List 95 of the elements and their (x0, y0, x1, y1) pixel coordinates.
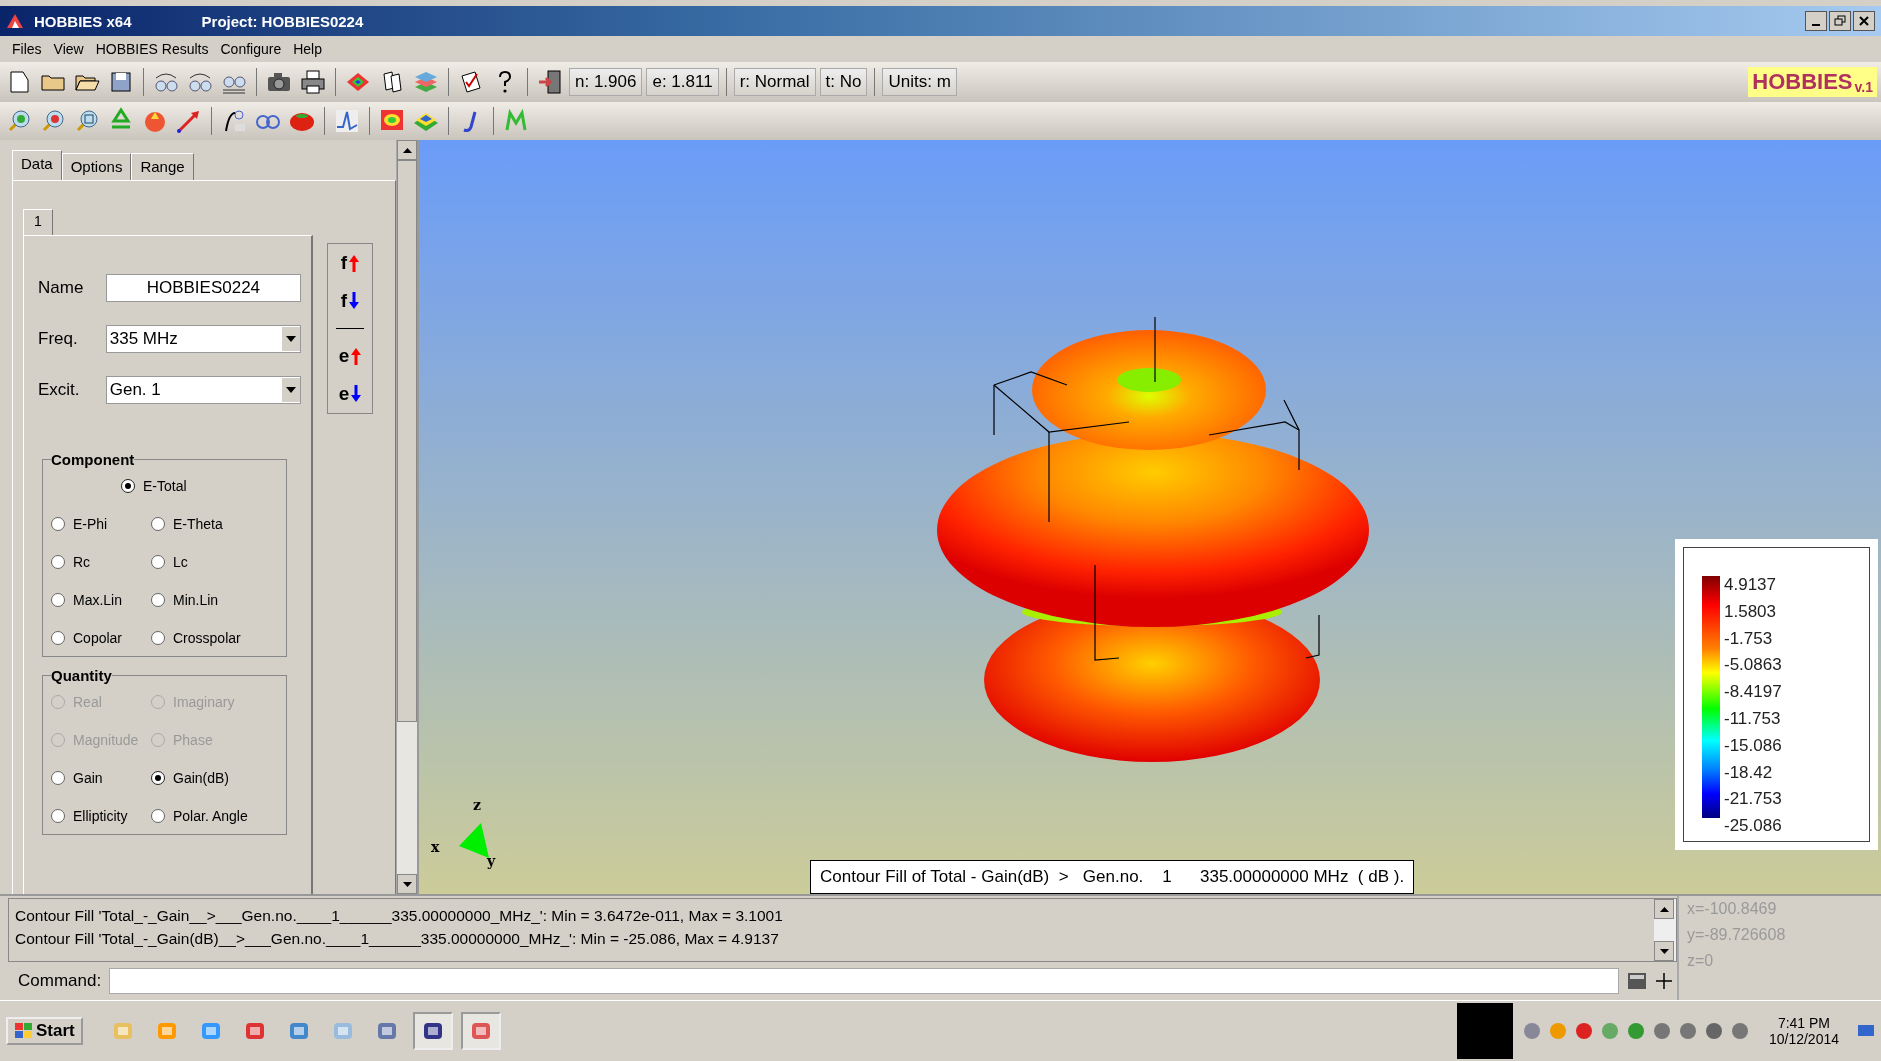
radio-label[interactable]: E-Total (143, 478, 187, 494)
radio-label[interactable]: Rc (73, 554, 91, 570)
radio-label[interactable]: Polar. Angle (173, 808, 248, 824)
radio-button[interactable] (51, 809, 65, 823)
radio-button[interactable] (51, 517, 65, 531)
radio-label[interactable]: Max.Lin (73, 592, 123, 608)
command-input[interactable] (109, 968, 1619, 994)
status-readout: Units: m (882, 68, 957, 96)
legend-tick-label: -18.42 (1723, 761, 1774, 784)
step-button[interactable]: e (338, 345, 362, 367)
command-label: Command: (18, 971, 102, 991)
restore-icon (1834, 15, 1846, 27)
step-button[interactable]: f (340, 252, 360, 274)
legend-tick-label: -25.086 (1723, 815, 1782, 838)
radio-button[interactable] (151, 631, 165, 645)
radio-label[interactable]: Crosspolar (173, 630, 241, 646)
legend-tick-label: 1.5803 (1723, 600, 1777, 623)
legend-tick-label: -1.753 (1723, 627, 1774, 650)
scroll-up-icon[interactable] (402, 147, 412, 153)
radio-label[interactable]: E-Phi (73, 516, 108, 532)
radio-button[interactable] (51, 771, 65, 785)
app-icon[interactable] (460, 1012, 501, 1050)
tab[interactable]: Options (61, 153, 132, 180)
radio-label[interactable]: E-Theta (173, 516, 223, 532)
radio-button[interactable] (151, 809, 165, 823)
minimize-button[interactable] (1805, 11, 1827, 31)
radio-label[interactable]: Lc (173, 554, 188, 570)
status-readout: n: 1.906 (569, 68, 643, 96)
scroll-up-icon[interactable] (1659, 906, 1669, 912)
field-label: Freq. (38, 329, 79, 349)
radio-button[interactable] (121, 479, 135, 493)
scroll-down-icon[interactable] (1659, 948, 1669, 954)
radio-label[interactable]: Min.Lin (173, 592, 219, 608)
scrollbar[interactable] (396, 140, 417, 894)
radio-label[interactable]: Ellipticity (73, 808, 128, 824)
start-button[interactable]: Start (6, 1017, 83, 1045)
dropdown[interactable]: 335 MHz (105, 325, 301, 353)
radio-label[interactable]: Gain(dB) (173, 770, 230, 786)
restore-button[interactable] (1829, 11, 1851, 31)
clock[interactable]: 7:41 PM 10/12/2014 (1758, 1015, 1849, 1047)
step-button[interactable]: f (340, 290, 360, 312)
tab[interactable]: 1 (23, 209, 53, 235)
scroll-down-icon[interactable] (402, 881, 412, 887)
log-line: Contour Fill 'Total_-_Gain(dB)__>___Gen.no.____1______335.00000000_MHz_': Min = -25.086, Max = 4.9137 (15, 929, 780, 949)
printer-icon[interactable] (298, 67, 328, 97)
status-readout: t: No (819, 68, 868, 96)
windows-logo-icon (14, 1022, 34, 1040)
coordinate-readout: z=0 (1687, 952, 1715, 970)
legend-tick-label: -11.753 (1723, 708, 1782, 730)
minimize-icon (1812, 24, 1820, 26)
radio-button[interactable] (151, 771, 165, 785)
taskbar-thumbnail (1456, 1003, 1513, 1059)
radio-label[interactable]: Gain (73, 770, 103, 786)
radio-button[interactable] (151, 517, 165, 531)
legend-tick-label: -21.753 (1723, 788, 1782, 811)
plot-caption: Contour Fill of Total - Gain(dB) > Gen.no. 1 335.00000000 MHz ( dB ). (810, 860, 1415, 894)
group-title: Component (51, 451, 135, 468)
menu-item[interactable]: Files (6, 41, 48, 57)
dropdown-arrow-icon (286, 336, 296, 342)
field-label: Name (38, 278, 85, 298)
coordinate-readout: y=-89.726608 (1687, 926, 1787, 944)
close-button[interactable] (1853, 11, 1875, 31)
coordinate-readout: x=-100.8469 (1687, 900, 1778, 918)
status-readout: r: Normal (733, 68, 816, 96)
crosshair-icon[interactable] (1655, 972, 1673, 990)
app-logo-icon (6, 13, 24, 29)
radio-button[interactable] (51, 555, 65, 569)
menu-item[interactable]: Help (287, 41, 328, 57)
legend-tick-label: -8.4197 (1723, 681, 1782, 704)
radio-button[interactable] (151, 555, 165, 569)
legend-tick-label: -5.0863 (1723, 654, 1782, 677)
tab[interactable]: Data (12, 150, 62, 180)
group-title: Quantity (51, 667, 112, 684)
step-button[interactable]: e (338, 383, 362, 405)
radio-label[interactable]: Copolar (73, 630, 123, 646)
radio-button[interactable] (51, 593, 65, 607)
input-field[interactable]: HOBBIES0224 (105, 274, 301, 302)
dropdown[interactable]: Gen. 1 (105, 376, 301, 404)
close-icon (1859, 16, 1869, 26)
radio-button[interactable] (51, 631, 65, 645)
tab[interactable]: Range (131, 153, 194, 180)
menu-item[interactable]: View (47, 41, 90, 57)
menu-item[interactable]: HOBBIES Results (89, 41, 215, 57)
axis-triad-drawing: z x y (431, 797, 496, 869)
dropdown-arrow-icon (286, 387, 296, 393)
field-label: Excit. (38, 380, 81, 400)
legend-tick-label: -15.086 (1723, 734, 1782, 757)
legend-tick-label: 4.9137 (1723, 574, 1777, 596)
window-title: HOBBIES x64 (34, 12, 132, 30)
radio-button[interactable] (151, 593, 165, 607)
log-line: Contour Fill 'Total_-_Gain__>___Gen.no.____1______335.00000000_MHz_': Min = 3.6472e-011, Max = 3.1001 (15, 906, 784, 926)
menu-item[interactable]: Configure (214, 41, 288, 57)
show-desktop-icon[interactable] (1857, 1023, 1875, 1039)
status-readout: e: 1.811 (646, 68, 719, 96)
project-title: Project: HOBBIES0224 (201, 12, 364, 30)
